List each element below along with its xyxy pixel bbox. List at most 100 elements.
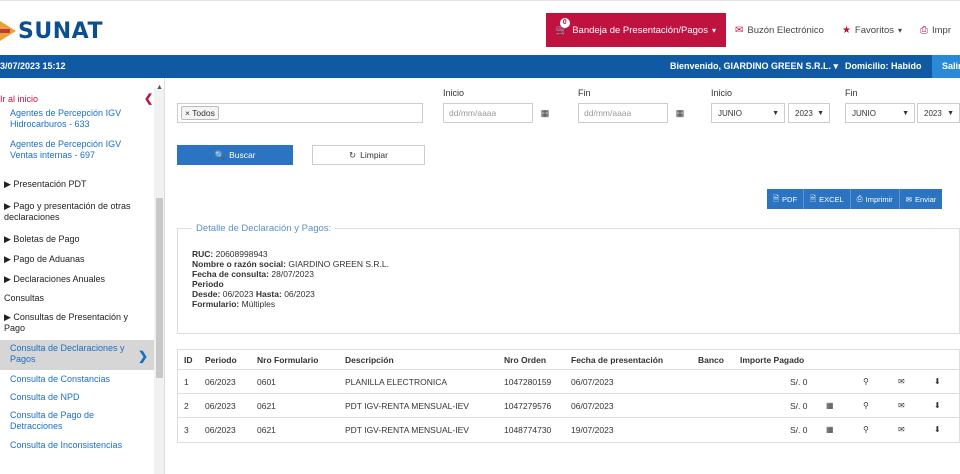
calculator-icon[interactable]: ▦ — [826, 401, 834, 410]
fin-period-label: Fin — [845, 88, 858, 98]
sidebar-item-anuales[interactable]: ▶ Declaraciones Anuales — [4, 274, 154, 285]
inicio-month-value: JUNIO — [718, 108, 742, 118]
desde-label: Desde: — [192, 289, 221, 299]
main-content: × Todos Inicio dd/mm/aaaa ▦ Fin dd/mm/aa… — [165, 78, 960, 474]
inicio-month-select[interactable]: JUNIO ▼ — [711, 103, 785, 123]
fin-month-value: JUNIO — [852, 108, 876, 118]
sidebar-item-percepcion-697[interactable]: Agentes de Percepción IGV Ventas interna… — [10, 139, 140, 161]
imprimir-link[interactable]: ⎙ Impr — [911, 13, 960, 47]
fin-year-value: 2023 — [924, 108, 942, 118]
file-icon: 🗎 — [810, 193, 817, 203]
nombre-label: Nombre o razón social: — [192, 259, 286, 269]
export-excel-button[interactable]: 🗎 EXCEL — [803, 189, 850, 209]
printer-icon: ⎙ — [856, 194, 863, 203]
buzon-electronico-link[interactable]: ✉ Buzón Electrónico — [726, 13, 833, 47]
buzon-label: Buzón Electrónico — [747, 24, 824, 36]
calendar-icon[interactable]: ▦ — [537, 103, 553, 123]
inicio-date-input[interactable]: dd/mm/aaaa — [443, 103, 533, 123]
sidebar-item-consultas[interactable]: Consultas — [4, 293, 154, 304]
scroll-up-icon[interactable]: ▲ — [156, 84, 163, 91]
fin-year-select[interactable]: 2023 ▼ — [917, 103, 960, 123]
imprimir-label: Impr — [932, 24, 951, 36]
sidebar-item-otras-declaraciones[interactable]: ▶ Pago y presentación de otras declaraci… — [4, 201, 154, 223]
formulario-filter-input[interactable]: × Todos — [177, 103, 423, 123]
detail-legend: Detalle de Declaración y Pagos: — [192, 223, 336, 234]
sidebar-item-aduanas[interactable]: ▶ Pago de Aduanas — [4, 254, 154, 265]
formulario-label: Formulario: — [192, 299, 240, 309]
desde-value: 06/2023 — [222, 289, 254, 299]
todos-tag[interactable]: × Todos — [181, 106, 219, 120]
sidebar-item-constancias[interactable]: Consulta de Constancias — [10, 374, 160, 385]
ruc-value: 20608998943 — [215, 249, 268, 259]
export-pdf-button[interactable]: 🗎 PDF — [767, 189, 803, 209]
calendar-icon[interactable]: ▦ — [672, 103, 688, 123]
ruc-label: RUC: — [192, 249, 214, 259]
hasta-value: 06/2023 — [284, 289, 315, 299]
sidebar-item-inconsistencias[interactable]: Consulta de Inconsistencias — [10, 440, 130, 451]
star-icon: ★ — [841, 24, 851, 36]
cart-icon: 🛒 0 — [555, 17, 570, 36]
cell-periodo: 06/2023 — [205, 377, 236, 387]
cell-importe: S/. 0 — [790, 401, 808, 411]
sidebar-item-npd[interactable]: Consulta de NPD — [10, 392, 160, 403]
col-descripcion: Descripción — [345, 355, 394, 365]
bandeja-presentacion-menu[interactable]: 🛒 0 Bandeja de Presentación/Pagos ▾ — [545, 13, 726, 47]
user-menu[interactable]: Bienvenido, GIARDINO GREEN S.R.L. ▾ — [670, 61, 838, 72]
cell-descripcion: PLANILLA ELECTRONICA — [345, 377, 448, 387]
chevron-left-icon[interactable]: ❮ — [144, 92, 153, 105]
fin-date-input[interactable]: dd/mm/aaaa — [578, 103, 668, 123]
imprimir-label: Imprimir — [865, 194, 893, 204]
download-icon[interactable]: ⬇ — [934, 377, 941, 386]
chevron-down-icon: ▼ — [947, 109, 954, 117]
buscar-button[interactable]: 🔍 Buscar — [177, 145, 293, 165]
calculator-icon[interactable]: ▦ — [826, 425, 834, 434]
sidebar-item-presentacion-pdt[interactable]: ▶ Presentación PDT — [4, 179, 154, 190]
session-datetime: 3/07/2023 15:12 — [0, 61, 66, 71]
sidebar-back-home[interactable]: Ir al inicio — [0, 94, 150, 105]
cell-orden: 1047279576 — [504, 401, 552, 411]
inicio-year-select[interactable]: 2023 ▼ — [788, 103, 830, 123]
envelope-icon[interactable]: ✉ — [898, 401, 905, 410]
view-icon[interactable]: ⚲ — [863, 425, 869, 434]
table-row: 2 06/2023 0621 PDT IGV-RENTA MENSUAL-IEV… — [178, 394, 959, 418]
sidebar-scrollbar[interactable]: ▲ — [154, 84, 164, 474]
file-icon: 🗎 — [773, 193, 780, 203]
limpiar-label: Limpiar — [360, 150, 388, 160]
refresh-icon: ↻ — [349, 149, 357, 160]
results-table: ID Periodo Nro Formulario Descripción Nr… — [177, 349, 960, 443]
sidebar-item-consulta-declaraciones[interactable]: Consulta de Declaraciones y Pagos — [10, 343, 130, 365]
cell-id: 2 — [184, 401, 189, 411]
sidebar-item-detracciones[interactable]: Consulta de Pago de Detracciones — [10, 410, 130, 432]
sidebar-item-percepcion-633[interactable]: Agentes de Percepción IGV Hidrocarburos … — [10, 108, 140, 130]
favoritos-menu[interactable]: ★ Favoritos ▾ — [833, 13, 911, 47]
col-periodo: Periodo — [205, 355, 237, 365]
envelope-icon: ✉ — [905, 194, 913, 204]
chevron-down-icon: ▼ — [902, 109, 909, 117]
sidebar-item-consultas-presentacion[interactable]: ▶ Consultas de Presentación y Pago — [4, 312, 144, 334]
send-button[interactable]: ✉ Enviar — [898, 189, 943, 209]
download-icon[interactable]: ⬇ — [934, 401, 941, 410]
sunat-logo[interactable]: SUNAT — [0, 19, 103, 44]
envelope-icon[interactable]: ✉ — [898, 377, 905, 386]
fin-date-label: Fin — [578, 88, 591, 98]
cell-formulario: 0621 — [257, 425, 276, 435]
envelope-icon[interactable]: ✉ — [898, 425, 905, 434]
view-icon[interactable]: ⚲ — [863, 377, 869, 386]
sunat-logo-icon — [0, 21, 16, 41]
scrollbar-thumb[interactable] — [156, 198, 163, 378]
sidebar-item-boletas[interactable]: ▶ Boletas de Pago — [4, 234, 154, 245]
col-id: ID — [184, 355, 193, 365]
chevron-down-icon: ▼ — [817, 109, 824, 117]
cell-formulario: 0601 — [257, 377, 276, 387]
fin-month-select[interactable]: JUNIO ▼ — [845, 103, 915, 123]
print-button[interactable]: ⎙ Imprimir — [849, 189, 899, 209]
download-icon[interactable]: ⬇ — [934, 425, 941, 434]
limpiar-button[interactable]: ↻ Limpiar — [312, 145, 425, 165]
cell-id: 1 — [184, 377, 189, 387]
cell-periodo: 06/2023 — [205, 425, 236, 435]
chevron-down-icon: ▾ — [711, 25, 716, 35]
view-icon[interactable]: ⚲ — [863, 401, 869, 410]
logout-button[interactable]: Salir — [932, 55, 960, 78]
formulario-value: Múltiples — [241, 299, 276, 309]
cell-orden: 1048774730 — [504, 425, 552, 435]
